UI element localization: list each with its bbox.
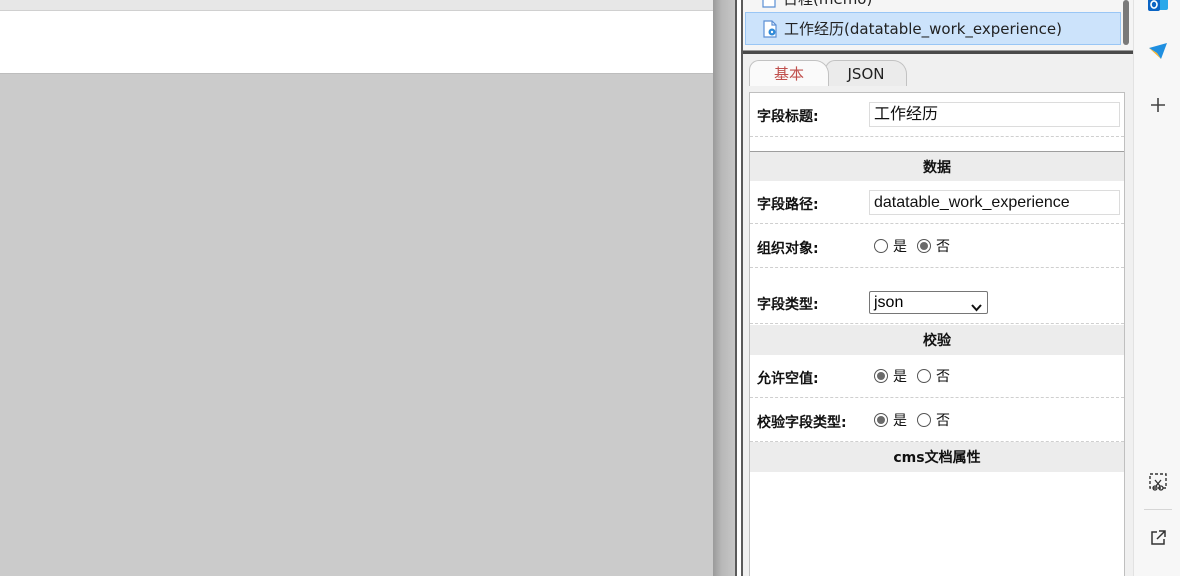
validate-type-yes-radio[interactable] <box>874 413 888 427</box>
tree-scrollbar[interactable] <box>1123 0 1129 45</box>
property-form: 字段标题: 工作经历 数据 字段路径: datatable_work_exper… <box>749 92 1125 576</box>
tree-item-label: 日程(memo) <box>783 0 872 9</box>
row-field-path: 字段路径: datatable_work_experience <box>750 181 1124 224</box>
org-object-no-label: 否 <box>936 239 950 255</box>
tree-item-work-experience[interactable]: 工作经历(datatable_work_experience) <box>745 12 1121 45</box>
org-object-yes-radio[interactable] <box>874 239 888 253</box>
plus-icon[interactable] <box>1142 89 1174 121</box>
field-type-select[interactable]: json <box>869 291 988 314</box>
org-object-radio-group: 是 否 <box>874 236 960 256</box>
section-validate: 校验 <box>750 325 1124 355</box>
edge-sidebar <box>1133 0 1180 576</box>
screenshot-icon[interactable] <box>1142 466 1174 498</box>
field-title-label: 字段标题: <box>757 109 819 125</box>
section-cms: cms文档属性 <box>750 442 1124 472</box>
validate-type-no-label: 否 <box>936 413 950 429</box>
tree-divider[interactable] <box>743 50 1133 54</box>
panel-splitter[interactable] <box>735 0 743 576</box>
tree-item-label: 工作经历(datatable_work_experience) <box>784 20 1062 38</box>
chevron-down-icon <box>971 297 982 318</box>
tab-json[interactable]: JSON <box>825 60 907 86</box>
allow-null-yes-label: 是 <box>893 369 907 385</box>
canvas-top-strip <box>0 0 713 11</box>
org-object-label: 组织对象: <box>757 241 819 257</box>
document-settings-icon <box>762 19 778 38</box>
section-data: 数据 <box>750 151 1124 181</box>
canvas-area[interactable] <box>0 0 713 576</box>
panel-splitter-shadow <box>713 0 735 576</box>
field-tree: 日程(memo) 工作经历(datatable_work_experience) <box>743 0 1133 50</box>
form-scroll-track <box>1125 92 1133 576</box>
validate-type-radio-group: 是 否 <box>874 410 960 430</box>
row-org-object: 组织对象: 是 否 <box>750 224 1124 268</box>
org-object-yes-label: 是 <box>893 239 907 255</box>
open-external-icon[interactable] <box>1142 522 1174 554</box>
properties-panel: 日程(memo) 工作经历(datatable_work_experience)… <box>743 0 1133 576</box>
allow-null-label: 允许空值: <box>757 371 819 387</box>
validate-type-yes-label: 是 <box>893 413 907 429</box>
field-title-input[interactable]: 工作经历 <box>869 102 1120 127</box>
row-field-type: 字段类型: json <box>750 268 1124 324</box>
row-validate-type: 校验字段类型: 是 否 <box>750 398 1124 442</box>
allow-null-radio-group: 是 否 <box>874 366 960 386</box>
validate-type-label: 校验字段类型: <box>757 415 847 431</box>
row-field-title: 字段标题: 工作经历 <box>750 93 1124 137</box>
send-icon[interactable] <box>1142 35 1174 67</box>
allow-null-no-label: 否 <box>936 369 950 385</box>
field-type-label: 字段类型: <box>757 297 819 313</box>
row-allow-null: 允许空值: 是 否 <box>750 355 1124 398</box>
allow-null-yes-radio[interactable] <box>874 369 888 383</box>
property-tabs: JSON 基本 <box>747 60 1133 86</box>
document-icon <box>761 0 777 8</box>
field-path-input[interactable]: datatable_work_experience <box>869 190 1120 215</box>
allow-null-no-radio[interactable] <box>917 369 931 383</box>
tab-basic[interactable]: 基本 <box>749 60 829 86</box>
field-path-label: 字段路径: <box>757 197 819 213</box>
org-object-no-radio[interactable] <box>917 239 931 253</box>
validate-type-no-radio[interactable] <box>917 413 931 427</box>
canvas-header-region[interactable] <box>0 11 713 74</box>
field-type-value: json <box>874 294 904 311</box>
edge-separator <box>1144 509 1172 510</box>
outlook-icon[interactable] <box>1142 0 1174 20</box>
